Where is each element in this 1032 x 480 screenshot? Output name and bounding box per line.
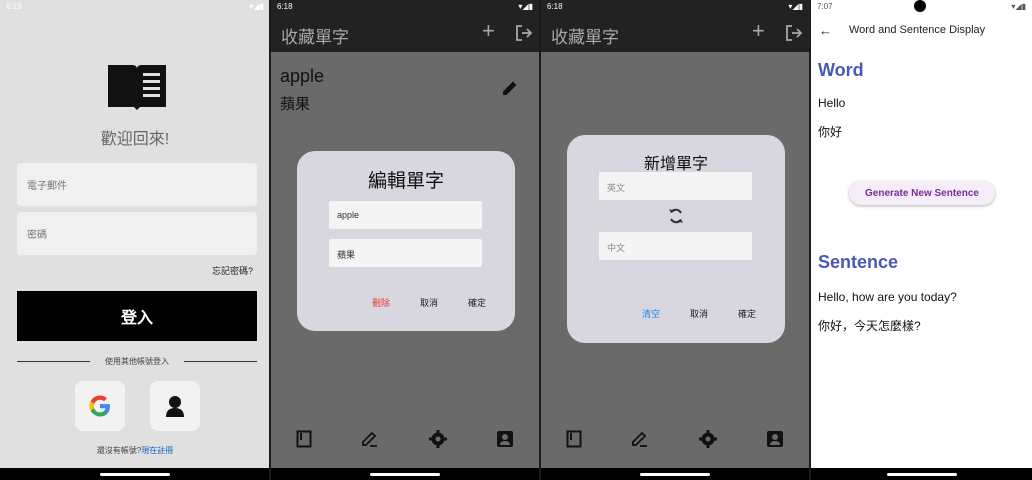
system-nav-bar bbox=[271, 468, 539, 480]
confirm-button[interactable]: 確定 bbox=[468, 296, 486, 309]
signal-icons: ▾◢▮ bbox=[249, 2, 264, 11]
nav-edit-icon[interactable] bbox=[361, 430, 379, 453]
edit-pencil-icon[interactable] bbox=[501, 79, 519, 102]
app-bar: 收藏單字 + bbox=[271, 14, 539, 52]
system-nav-bar bbox=[541, 468, 809, 480]
person-icon bbox=[166, 396, 184, 417]
chinese-input[interactable]: 蘋果 bbox=[329, 239, 482, 267]
welcome-text: 歡迎回來! bbox=[100, 131, 170, 148]
sentence-heading: Sentence bbox=[818, 252, 899, 272]
nav-book-icon[interactable] bbox=[296, 430, 312, 453]
status-time: 6:19 bbox=[6, 2, 22, 11]
camera-cutout bbox=[914, 0, 926, 12]
nav-book-icon[interactable] bbox=[566, 430, 582, 453]
login-button[interactable]: 登入 bbox=[17, 291, 257, 341]
delete-button[interactable]: 刪除 bbox=[372, 296, 390, 309]
app-bar-title: 收藏單字 bbox=[551, 28, 619, 47]
nav-settings-icon[interactable] bbox=[698, 429, 717, 453]
password-placeholder: 密碼 bbox=[27, 230, 47, 241]
home-indicator[interactable] bbox=[370, 473, 440, 476]
edit-word-dialog: 編輯單字 apple 蘋果 刪除 取消 確定 bbox=[297, 151, 515, 331]
signal-icons: ▾◢▮ bbox=[788, 2, 803, 11]
book-icon bbox=[106, 59, 168, 116]
login-button-label: 登入 bbox=[120, 310, 153, 327]
home-indicator[interactable] bbox=[886, 473, 957, 476]
chinese-placeholder: 中文 bbox=[607, 243, 626, 253]
nav-profile-icon[interactable] bbox=[766, 430, 784, 453]
status-time: 6:18 bbox=[547, 2, 563, 11]
generate-button-label: Generate New Sentence bbox=[865, 187, 979, 199]
nav-settings-icon[interactable] bbox=[428, 429, 447, 453]
back-arrow-icon[interactable]: ← bbox=[819, 23, 832, 38]
english-input[interactable]: apple bbox=[329, 201, 482, 229]
bottom-navigation bbox=[541, 414, 809, 468]
signal-icons: ▾◢▮ bbox=[1011, 2, 1026, 11]
chinese-input-value: 蘋果 bbox=[337, 250, 356, 260]
account-login-button[interactable] bbox=[150, 381, 200, 431]
register-link[interactable]: 現在註冊 bbox=[141, 446, 173, 455]
password-field[interactable]: 密碼 bbox=[17, 212, 257, 255]
add-word-dialog: 新增單字 英文 中文 清空 取消 確定 bbox=[567, 135, 785, 343]
status-time: 6:18 bbox=[277, 2, 293, 11]
word-english: Hello bbox=[818, 96, 846, 110]
logout-icon[interactable] bbox=[785, 24, 803, 47]
word-chinese: 你好 bbox=[818, 125, 843, 139]
logout-icon[interactable] bbox=[515, 24, 533, 47]
english-placeholder: 英文 bbox=[607, 183, 626, 193]
english-input[interactable]: 英文 bbox=[599, 172, 752, 200]
confirm-button[interactable]: 確定 bbox=[738, 307, 756, 320]
app-bar-title: Word and Sentence Display bbox=[849, 24, 986, 36]
system-nav-bar bbox=[0, 468, 270, 480]
cancel-button[interactable]: 取消 bbox=[420, 296, 438, 309]
swap-refresh-icon[interactable] bbox=[667, 207, 685, 230]
no-account-text: 還沒有帳號? bbox=[96, 446, 142, 455]
register-row: 還沒有帳號?現在註冊 bbox=[0, 445, 270, 456]
system-nav-bar bbox=[811, 468, 1032, 480]
google-icon bbox=[89, 395, 110, 417]
google-login-button[interactable] bbox=[75, 381, 125, 431]
signal-icons: ▾◢▮ bbox=[518, 2, 533, 11]
nav-edit-icon[interactable] bbox=[631, 430, 649, 453]
english-input-value: apple bbox=[337, 210, 360, 220]
add-icon[interactable]: + bbox=[482, 20, 495, 42]
other-methods-label: 使用其他帳號登入 bbox=[105, 357, 169, 366]
status-bar: 6:18 ▾◢▮ bbox=[541, 0, 809, 14]
edit-word-screen: 6:18 ▾◢▮ 收藏單字 + apple 蘋果 編輯單字 apple 蘋果 刪… bbox=[271, 0, 539, 480]
divider-left bbox=[17, 361, 90, 362]
generate-sentence-button[interactable]: Generate New Sentence bbox=[849, 181, 995, 205]
sentence-chinese: 你好，今天怎麼樣? bbox=[818, 319, 921, 333]
dialog-title: 編輯單字 bbox=[367, 171, 444, 192]
sentence-english: Hello, how are you today? bbox=[818, 290, 957, 304]
app-bar: 收藏單字 + bbox=[541, 14, 809, 52]
bottom-navigation bbox=[271, 414, 539, 468]
email-field[interactable]: 電子郵件 bbox=[17, 163, 257, 206]
home-indicator[interactable] bbox=[640, 473, 710, 476]
forgot-password-link[interactable]: 忘記密碼? bbox=[212, 264, 253, 277]
login-screen: 6:19 ▾◢▮ 歡迎回來! 電子郵件 密碼 忘記密碼? 登入 使用其他帳號登入 bbox=[0, 0, 270, 480]
add-icon[interactable]: + bbox=[752, 20, 765, 42]
divider-right bbox=[184, 361, 257, 362]
status-time: 7:07 bbox=[817, 2, 833, 11]
app-bar-title: 收藏單字 bbox=[281, 28, 349, 47]
dialog-title: 新增單字 bbox=[643, 156, 708, 173]
status-bar: 6:19 ▾◢▮ bbox=[0, 0, 270, 14]
home-indicator[interactable] bbox=[100, 473, 170, 476]
email-placeholder: 電子郵件 bbox=[27, 181, 67, 192]
clear-button[interactable]: 清空 bbox=[642, 307, 660, 320]
add-word-screen: 6:18 ▾◢▮ 收藏單字 + 新增單字 英文 中文 清空 取消 確定 bbox=[541, 0, 809, 480]
word-sentence-screen: 7:07 ▾◢▮ ← Word and Sentence Display Wor… bbox=[811, 0, 1032, 480]
status-bar: 6:18 ▾◢▮ bbox=[271, 0, 539, 14]
chinese-input[interactable]: 中文 bbox=[599, 232, 752, 260]
nav-profile-icon[interactable] bbox=[496, 430, 514, 453]
word-english: apple bbox=[280, 66, 325, 86]
word-heading: Word bbox=[818, 60, 864, 80]
word-chinese: 蘋果 bbox=[280, 96, 311, 113]
cancel-button[interactable]: 取消 bbox=[690, 307, 708, 320]
